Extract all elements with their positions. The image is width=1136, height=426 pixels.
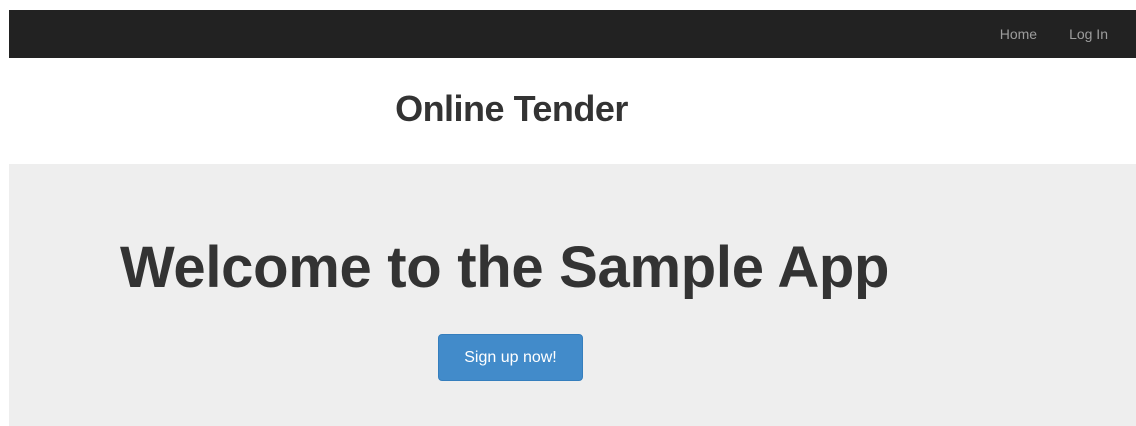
top-navbar: Home Log In xyxy=(9,10,1136,58)
jumbotron: Welcome to the Sample App Sign up now! xyxy=(9,164,1136,426)
welcome-heading: Welcome to the Sample App xyxy=(120,235,890,300)
page-title: Online Tender xyxy=(395,88,628,129)
signup-button[interactable]: Sign up now! xyxy=(438,334,583,381)
nav-login-link[interactable]: Log In xyxy=(1069,24,1108,44)
page: Home Log In Online Tender Welcome to the… xyxy=(0,0,1136,426)
nav-links: Home Log In xyxy=(968,10,1108,58)
nav-home-link[interactable]: Home xyxy=(1000,24,1037,44)
